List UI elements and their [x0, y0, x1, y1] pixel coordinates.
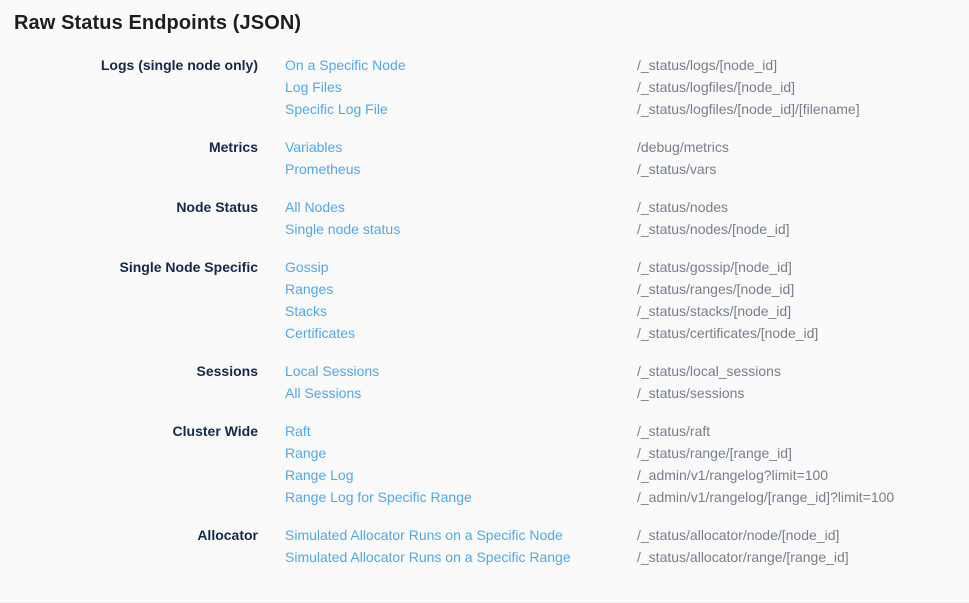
category-label: Cluster Wide — [0, 420, 258, 508]
endpoint-link[interactable]: Specific Log File — [285, 98, 637, 120]
endpoint-links-column: RaftRangeRange LogRange Log for Specific… — [258, 420, 637, 508]
endpoint-link[interactable]: Prometheus — [285, 158, 637, 180]
endpoint-paths-column: /_status/local_sessions/_status/sessions — [637, 360, 969, 404]
endpoints-table: Logs (single node only)On a Specific Nod… — [0, 54, 969, 568]
endpoint-path: /_status/logfiles/[node_id]/[filename] — [637, 98, 969, 120]
endpoint-path: /debug/metrics — [637, 136, 969, 158]
endpoint-link[interactable]: Gossip — [285, 256, 637, 278]
endpoint-group: Allocator Simulated Allocator Runs on a S… — [0, 524, 969, 568]
endpoint-paths-column: /_status/allocator/node/[node_id]/_statu… — [637, 524, 969, 568]
endpoint-link[interactable]: Raft — [285, 420, 637, 442]
endpoint-link[interactable]: Stacks — [285, 300, 637, 322]
endpoint-paths-column: /_status/raft/_status/range/[range_id]/_… — [637, 420, 969, 508]
endpoint-link[interactable]: Local Sessions — [285, 360, 637, 382]
endpoint-group: Logs (single node only)On a Specific Nod… — [0, 54, 969, 120]
endpoint-path: /_status/local_sessions — [637, 360, 969, 382]
endpoint-path: /_status/logs/[node_id] — [637, 54, 969, 76]
endpoint-path: /_status/allocator/node/[node_id] — [637, 524, 969, 546]
endpoint-path: /_status/allocator/range/[range_id] — [637, 546, 969, 568]
endpoint-paths-column: /_status/gossip/[node_id]/_status/ranges… — [637, 256, 969, 344]
endpoint-group: Single Node SpecificGossipRangesStacksCe… — [0, 256, 969, 344]
endpoint-link[interactable]: Range — [285, 442, 637, 464]
endpoint-group: MetricsVariablesPrometheus/debug/metrics… — [0, 136, 969, 180]
endpoint-links-column: VariablesPrometheus — [258, 136, 637, 180]
endpoint-link[interactable]: On a Specific Node — [285, 54, 637, 76]
endpoint-links-column: GossipRangesStacksCertificates — [258, 256, 637, 344]
category-label: Logs (single node only) — [0, 54, 258, 120]
endpoint-path: /_admin/v1/rangelog/[range_id]?limit=100 — [637, 486, 969, 508]
endpoint-link[interactable]: Variables — [285, 136, 637, 158]
endpoint-path: /_status/nodes/[node_id] — [637, 218, 969, 240]
endpoint-path: /_status/range/[range_id] — [637, 442, 969, 464]
category-label: Sessions — [0, 360, 258, 404]
endpoint-link[interactable]: Simulated Allocator Runs on a Specific N… — [285, 524, 637, 546]
page-title: Raw Status Endpoints (JSON) — [14, 12, 969, 35]
endpoint-path: /_status/certificates/[node_id] — [637, 322, 969, 344]
endpoint-link[interactable]: Range Log — [285, 464, 637, 486]
endpoint-paths-column: /_status/nodes/_status/nodes/[node_id] — [637, 196, 969, 240]
endpoint-path: /_status/gossip/[node_id] — [637, 256, 969, 278]
category-label: Metrics — [0, 136, 258, 180]
endpoint-link[interactable]: Simulated Allocator Runs on a Specific R… — [285, 546, 637, 568]
endpoint-path: /_status/stacks/[node_id] — [637, 300, 969, 322]
endpoint-links-column: On a Specific NodeLog FilesSpecific Log … — [258, 54, 637, 120]
endpoint-link[interactable]: Range Log for Specific Range — [285, 486, 637, 508]
endpoint-path: /_status/sessions — [637, 382, 969, 404]
category-label: Single Node Specific — [0, 256, 258, 344]
endpoint-group: Cluster WideRaftRangeRange LogRange Log … — [0, 420, 969, 508]
endpoint-link[interactable]: Certificates — [285, 322, 637, 344]
endpoint-links-column: All NodesSingle node status — [258, 196, 637, 240]
endpoint-path: /_status/logfiles/[node_id] — [637, 76, 969, 98]
endpoint-link[interactable]: Single node status — [285, 218, 637, 240]
endpoint-link[interactable]: Log Files — [285, 76, 637, 98]
category-label: Node Status — [0, 196, 258, 240]
endpoint-path: /_status/vars — [637, 158, 969, 180]
endpoint-group: Node StatusAll NodesSingle node status/_… — [0, 196, 969, 240]
endpoint-path: /_admin/v1/rangelog?limit=100 — [637, 464, 969, 486]
endpoint-links-column: Simulated Allocator Runs on a Specific N… — [258, 524, 637, 568]
endpoint-link[interactable]: Ranges — [285, 278, 637, 300]
endpoint-path: /_status/ranges/[node_id] — [637, 278, 969, 300]
endpoint-paths-column: /_status/logs/[node_id]/_status/logfiles… — [637, 54, 969, 120]
endpoint-group: SessionsLocal SessionsAll Sessions/_stat… — [0, 360, 969, 404]
endpoint-path: /_status/raft — [637, 420, 969, 442]
endpoint-link[interactable]: All Sessions — [285, 382, 637, 404]
endpoint-links-column: Local SessionsAll Sessions — [258, 360, 637, 404]
endpoint-path: /_status/nodes — [637, 196, 969, 218]
category-label: Allocator — [0, 524, 258, 568]
endpoint-paths-column: /debug/metrics/_status/vars — [637, 136, 969, 180]
endpoint-link[interactable]: All Nodes — [285, 196, 637, 218]
